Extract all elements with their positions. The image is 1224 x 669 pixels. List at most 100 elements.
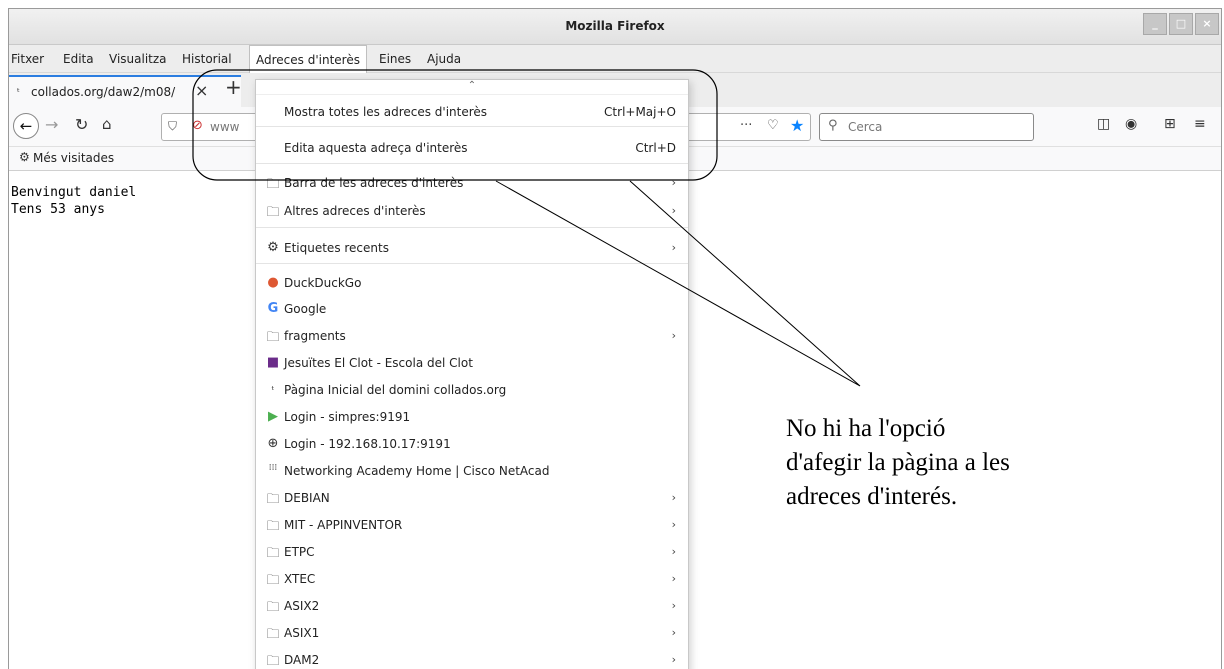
- window-controls: _ □ ×: [1143, 13, 1219, 35]
- home-button[interactable]: ⌂: [102, 115, 112, 133]
- menu-item-asix1[interactable]: 🗀 ASIX1 ›: [256, 620, 688, 646]
- folder-icon: 🗀: [266, 600, 280, 615]
- forward-button[interactable]: →: [45, 115, 58, 134]
- menu-item-label: Login - simpres:9191: [284, 410, 411, 424]
- menu-item-label: Altres adreces d'interès: [284, 204, 426, 218]
- menu-item-label: Google: [284, 302, 327, 316]
- welcome-text: Benvingut daniel: [11, 185, 137, 200]
- menu-fitxer[interactable]: Fitxer: [11, 52, 44, 66]
- menu-item-fragments[interactable]: 🗀 fragments ›: [256, 323, 688, 349]
- folder-icon: 🗀: [266, 330, 280, 345]
- menu-item-shortcut: Ctrl+D: [635, 141, 676, 155]
- bookmark-star-icon[interactable]: ★: [790, 116, 804, 135]
- menu-item-label: ETPC: [284, 545, 315, 559]
- menu-item-show-all[interactable]: Mostra totes les adreces d'interès Ctrl+…: [256, 99, 688, 125]
- menu-item-duckduckgo[interactable]: ● DuckDuckGo: [256, 270, 688, 296]
- menu-item-bookmarks-toolbar[interactable]: 🗀 Barra de les adreces d'interès ›: [256, 170, 688, 196]
- gear-icon: ⚙: [267, 240, 279, 255]
- search-input[interactable]: Cerca: [848, 120, 882, 134]
- duckduckgo-icon: ●: [267, 275, 279, 290]
- firefox-window: Mozilla Firefox _ □ × Fitxer Edita Visua…: [8, 8, 1222, 669]
- url-text[interactable]: www: [210, 120, 239, 134]
- menu-historial[interactable]: Historial: [182, 52, 232, 66]
- menu-item-edit-bookmark[interactable]: Edita aquesta adreça d'interès Ctrl+D: [256, 135, 688, 161]
- tab-active[interactable]: ₜ collados.org/daw2/m08/ ×: [9, 75, 241, 107]
- hamburger-menu-icon[interactable]: ≡: [1194, 116, 1206, 132]
- menu-ajuda[interactable]: Ajuda: [427, 52, 461, 66]
- minimize-button[interactable]: _: [1143, 13, 1167, 35]
- submenu-arrow-icon: ›: [671, 599, 676, 612]
- menu-item-label: XTEC: [284, 572, 316, 586]
- menu-item-mit-appinventor[interactable]: 🗀 MIT - APPINVENTOR ›: [256, 512, 688, 538]
- most-visited-bookmark[interactable]: Més visitades: [33, 151, 114, 165]
- menu-item-xtec[interactable]: 🗀 XTEC ›: [256, 566, 688, 592]
- menu-item-login-simpres[interactable]: ▶ Login - simpres:9191: [256, 404, 688, 430]
- submenu-arrow-icon: ›: [671, 204, 676, 217]
- account-icon[interactable]: ◉: [1125, 116, 1137, 132]
- menu-item-label: DAM2: [284, 653, 320, 667]
- submenu-arrow-icon: ›: [671, 572, 676, 585]
- folder-icon: 🗀: [266, 573, 280, 588]
- menu-bar: Fitxer Edita Visualitza Historial Adrece…: [9, 45, 1221, 73]
- menu-separator: [256, 263, 688, 264]
- cisco-icon: ⁞⁞⁞: [268, 463, 278, 473]
- menu-item-collados[interactable]: ₜ Pàgina Inicial del domini collados.org: [256, 377, 688, 403]
- sidebar-icon[interactable]: ◫: [1097, 116, 1110, 132]
- menu-item-label: ASIX2: [284, 599, 320, 613]
- annotation-line: adreces d'interés.: [786, 483, 958, 510]
- folder-icon: 🗀: [266, 627, 280, 642]
- tab-title: collados.org/daw2/m08/: [31, 85, 176, 99]
- menu-item-debian[interactable]: 🗀 DEBIAN ›: [256, 485, 688, 511]
- menu-item-cisco[interactable]: ⁞⁞⁞ Networking Academy Home | Cisco NetA…: [256, 458, 688, 484]
- menu-item-asix2[interactable]: 🗀 ASIX2 ›: [256, 593, 688, 619]
- submenu-arrow-icon: ›: [671, 626, 676, 639]
- tab-close-icon[interactable]: ×: [195, 81, 208, 100]
- menu-item-jesuites[interactable]: ■ Jesuïtes El Clot - Escola del Clot: [256, 350, 688, 376]
- menu-item-google[interactable]: G Google: [256, 296, 688, 322]
- menu-item-dam2[interactable]: 🗀 DAM2 ›: [256, 647, 688, 669]
- folder-icon: 🗀: [266, 205, 280, 220]
- menu-eines[interactable]: Eines: [379, 52, 411, 66]
- window-title: Mozilla Firefox: [565, 19, 665, 33]
- tracking-shield-icon[interactable]: ⛉: [168, 119, 177, 134]
- submenu-arrow-icon: ›: [671, 518, 676, 531]
- submenu-arrow-icon: ›: [671, 241, 676, 254]
- menu-item-recent-tags[interactable]: ⚙ Etiquetes recents ›: [256, 235, 688, 261]
- annotation-line: d'afegir la pàgina a les: [786, 449, 1010, 476]
- search-bar[interactable]: ⚲ Cerca: [819, 113, 1034, 141]
- papercut-icon: ▶: [268, 409, 278, 424]
- pocket-icon[interactable]: ♡: [767, 118, 779, 133]
- menu-separator: [256, 163, 688, 164]
- menu-separator: [256, 227, 688, 228]
- menu-item-login-ip[interactable]: ⊕ Login - 192.168.10.17:9191: [256, 431, 688, 457]
- insecure-lock-icon[interactable]: ⊘: [192, 118, 203, 133]
- annotation-note: No hi ha l'opció d'afegir la pàgina a le…: [786, 412, 1086, 514]
- menu-item-label: Login - 192.168.10.17:9191: [284, 437, 451, 451]
- folder-icon: 🗀: [266, 654, 280, 669]
- menu-item-label: Edita aquesta adreça d'interès: [284, 141, 468, 155]
- menu-separator: [256, 126, 688, 127]
- menu-item-shortcut: Ctrl+Maj+O: [604, 105, 676, 119]
- collados-favicon-icon: ₜ: [17, 84, 20, 95]
- menu-item-label: Jesuïtes El Clot - Escola del Clot: [284, 356, 473, 370]
- menu-adreces-interes[interactable]: Adreces d'interès: [249, 45, 367, 73]
- google-icon: G: [267, 301, 279, 316]
- maximize-button[interactable]: □: [1169, 13, 1193, 35]
- new-tab-button[interactable]: +: [225, 75, 242, 99]
- menu-scroll-up-icon[interactable]: ⌃: [256, 80, 688, 95]
- submenu-arrow-icon: ›: [671, 545, 676, 558]
- menu-item-label: Networking Academy Home | Cisco NetAcad: [284, 464, 550, 478]
- search-icon: ⚲: [828, 118, 838, 133]
- menu-item-etpc[interactable]: 🗀 ETPC ›: [256, 539, 688, 565]
- menu-item-other-bookmarks[interactable]: 🗀 Altres adreces d'interès ›: [256, 198, 688, 224]
- close-window-button[interactable]: ×: [1195, 13, 1219, 35]
- menu-item-label: fragments: [284, 329, 346, 343]
- reload-button[interactable]: ↻: [75, 115, 88, 134]
- folder-icon: 🗀: [266, 492, 280, 507]
- menu-edita[interactable]: Edita: [63, 52, 94, 66]
- age-text: Tens 53 anys: [11, 202, 105, 217]
- menu-visualitza[interactable]: Visualitza: [109, 52, 167, 66]
- page-actions-icon[interactable]: ···: [740, 118, 752, 133]
- back-button[interactable]: ←: [13, 113, 39, 139]
- extensions-icon[interactable]: ⊞: [1164, 116, 1176, 132]
